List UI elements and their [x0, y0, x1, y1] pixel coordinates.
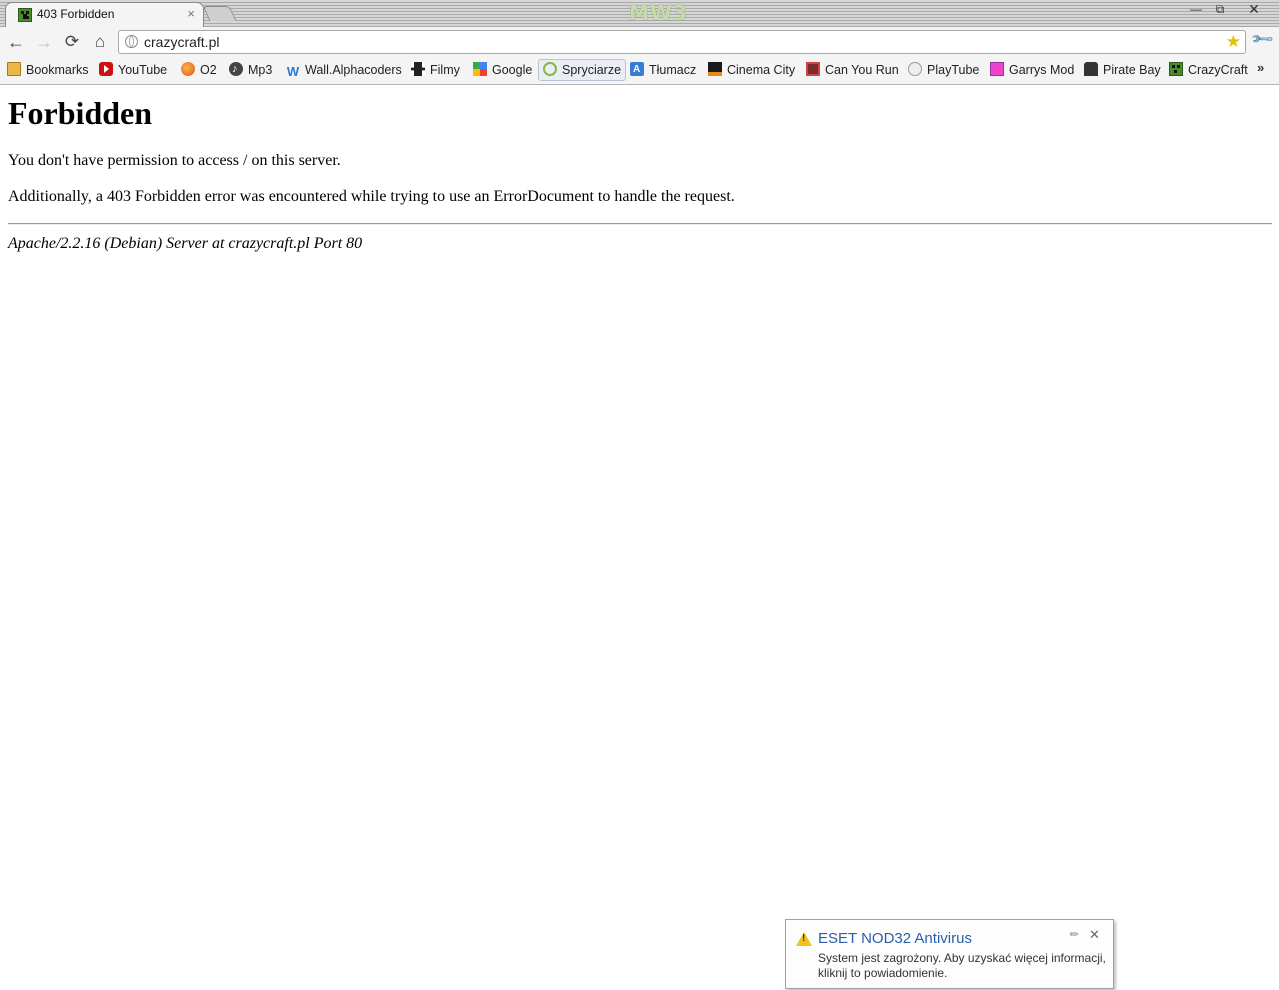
- bookmark-garrys-mod[interactable]: Garrys Mod: [990, 61, 1074, 81]
- bookmark-youtube[interactable]: YouTube: [99, 61, 167, 81]
- title-bar: 403 Forbidden × MW3 — ⧉ ✕: [0, 0, 1279, 27]
- back-button[interactable]: ←: [5, 31, 27, 53]
- tab-close-icon[interactable]: ×: [187, 6, 195, 21]
- warning-icon: [796, 932, 812, 946]
- film-strip-icon: [411, 62, 425, 76]
- notification-body: System jest zagrożony. Aby uzyskać więce…: [818, 951, 1106, 980]
- bookmark-pirate-bay[interactable]: Pirate Bay: [1084, 61, 1161, 81]
- divider: [8, 223, 1272, 225]
- restore-button[interactable]: ⧉: [1209, 1, 1231, 17]
- notification-close-icon[interactable]: ✕: [1089, 927, 1100, 943]
- antivirus-notification[interactable]: ESET NOD32 Antivirus ✎ ✕ System jest zag…: [785, 919, 1114, 989]
- creeper-icon: [1169, 62, 1183, 76]
- garrys-mod-icon: [990, 62, 1004, 76]
- bookmark-playtube[interactable]: PlayTube: [908, 61, 979, 81]
- globe-icon: [908, 62, 922, 76]
- server-signature: Apache/2.2.16 (Debian) Server at crazycr…: [8, 235, 363, 252]
- tab-active[interactable]: 403 Forbidden ×: [5, 2, 204, 27]
- bookmark-can-you-run[interactable]: Can You Run: [806, 61, 899, 81]
- w-letter-icon: W: [286, 64, 300, 79]
- bookmarks-overflow-chevron-icon[interactable]: »: [1257, 60, 1264, 75]
- bookmark-mp3[interactable]: Mp3: [229, 60, 272, 81]
- minimize-button[interactable]: —: [1185, 1, 1207, 17]
- google-icon: [473, 62, 487, 76]
- bookmarks-bar: Bookmarks YouTube O2 Mp3 WWall.Alphacode…: [0, 57, 1279, 85]
- cinema-icon: [708, 62, 722, 76]
- bookmark-spryciarze[interactable]: Spryciarze: [538, 59, 627, 81]
- reload-button[interactable]: ⟳: [61, 31, 83, 53]
- forward-button[interactable]: →: [33, 31, 55, 53]
- bookmark-bookmarks-folder[interactable]: Bookmarks: [7, 61, 89, 81]
- notification-title: ESET NOD32 Antivirus: [818, 930, 972, 947]
- url-text[interactable]: crazycraft.pl: [144, 34, 219, 50]
- close-window-button[interactable]: ✕: [1243, 1, 1265, 17]
- pin-icon[interactable]: ✎: [1067, 927, 1082, 942]
- theme-logo: MW3: [629, 1, 688, 25]
- home-button[interactable]: ⌂: [89, 31, 111, 53]
- bookmark-cinema-city[interactable]: Cinema City: [708, 61, 795, 81]
- bookmark-filmy[interactable]: Filmy: [411, 61, 460, 81]
- balloon-icon: [181, 62, 195, 76]
- page-title: Forbidden: [8, 95, 153, 131]
- bookmark-o2[interactable]: O2: [181, 61, 217, 81]
- bookmark-tlumacz[interactable]: Tłumacz: [630, 61, 696, 81]
- bookmark-crazycraft[interactable]: CrazyCraft: [1169, 61, 1248, 81]
- translate-icon: [630, 61, 644, 79]
- folder-icon: [7, 62, 21, 76]
- page-globe-icon: [125, 35, 138, 48]
- tab-title: 403 Forbidden: [37, 7, 115, 21]
- can-you-run-icon: [806, 62, 820, 76]
- error-detail: Additionally, a 403 Forbidden error was …: [8, 188, 735, 205]
- bookmark-wall-alphacoders[interactable]: W Wall.Alphacoders: [286, 61, 402, 81]
- address-bar[interactable]: crazycraft.pl ★: [118, 30, 1246, 54]
- music-note-icon: [229, 60, 243, 78]
- youtube-icon: [99, 62, 113, 76]
- creeper-icon: [18, 8, 32, 22]
- error-message: You don't have permission to access / on…: [8, 152, 341, 169]
- new-tab-button[interactable]: [202, 6, 237, 21]
- browser-toolbar: ← → ⟳ ⌂ crazycraft.pl ★: [0, 27, 1279, 57]
- page-content: Forbidden You don't have permission to a…: [8, 85, 1272, 254]
- bookmark-star-icon[interactable]: ★: [1226, 32, 1241, 52]
- bookmark-google[interactable]: Google: [473, 61, 532, 81]
- pirate-ship-icon: [1084, 62, 1098, 76]
- spryciarze-icon: [543, 62, 557, 76]
